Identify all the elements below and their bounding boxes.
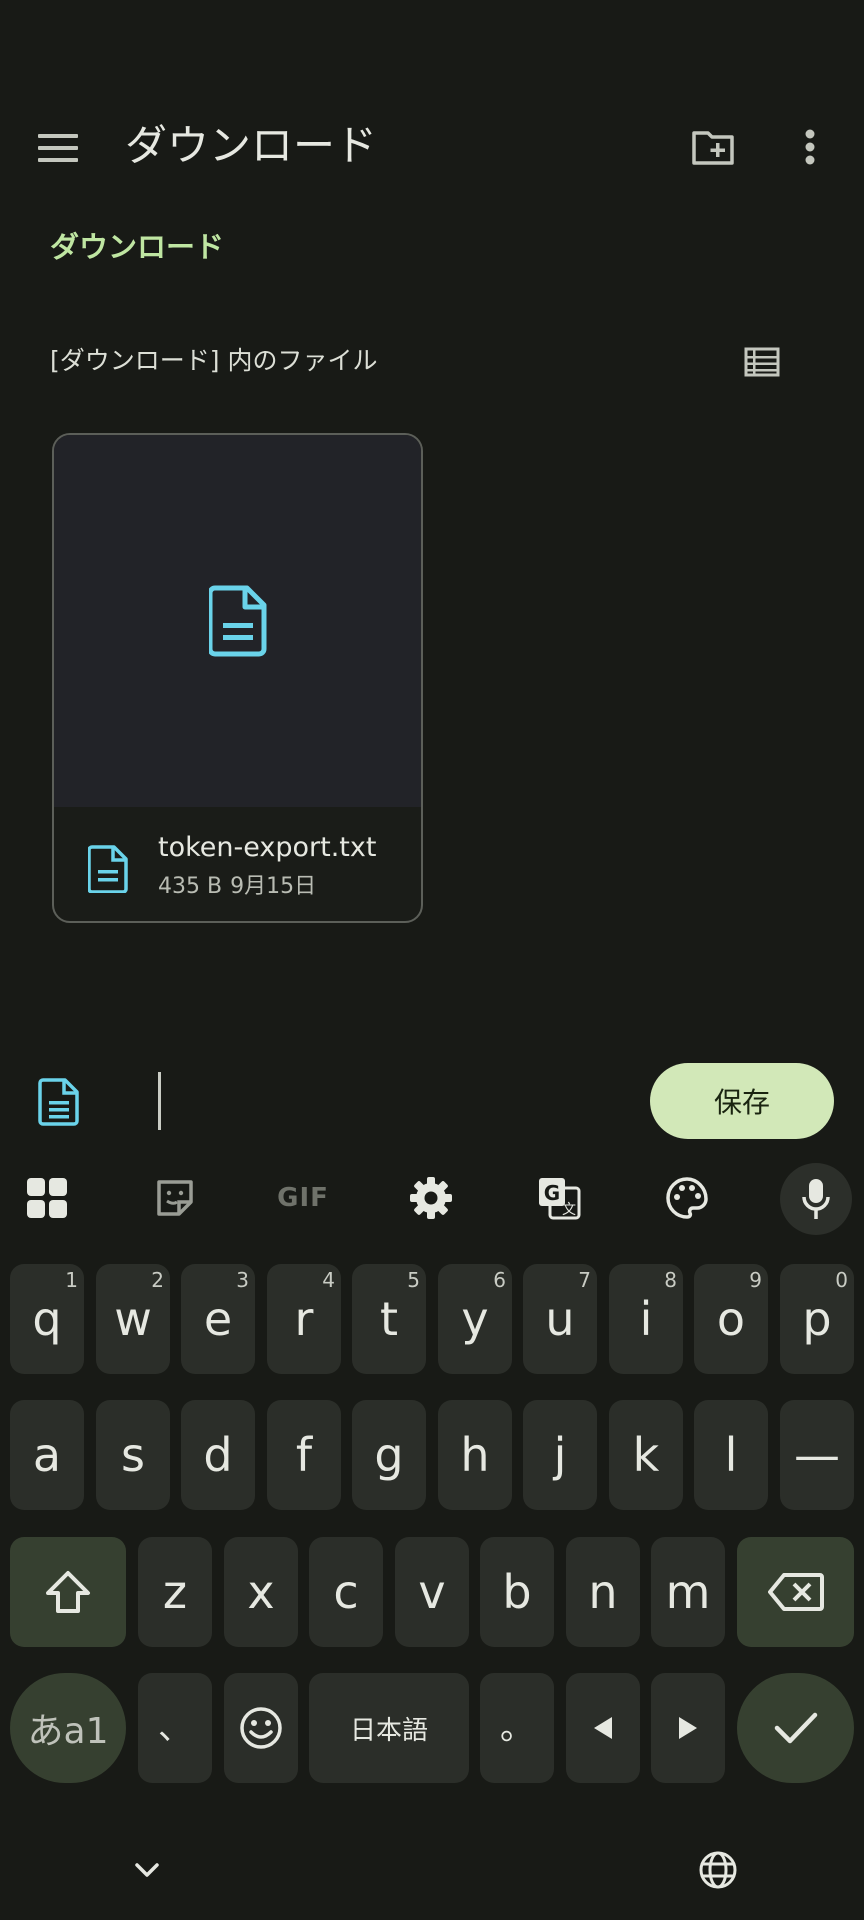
globe-icon	[699, 1851, 737, 1889]
backspace-key[interactable]	[737, 1537, 854, 1647]
new-folder-button[interactable]	[682, 117, 744, 177]
input-mode-label: あa1	[27, 1711, 109, 1752]
filename-field-icon	[38, 1077, 80, 1127]
key-comma[interactable]: 、	[138, 1673, 212, 1783]
document-icon	[38, 1078, 79, 1126]
key-t[interactable]: t5	[352, 1264, 426, 1374]
key-dash[interactable]: —	[780, 1400, 854, 1510]
key-k[interactable]: k	[609, 1400, 683, 1510]
sticker-icon	[157, 1180, 193, 1216]
arrow-right-icon	[679, 1717, 697, 1739]
file-type-icon	[88, 845, 128, 893]
key-b[interactable]: b	[480, 1537, 554, 1647]
key-s[interactable]: s	[96, 1400, 170, 1510]
sticker-button[interactable]	[145, 1168, 205, 1228]
settings-button[interactable]	[401, 1168, 461, 1228]
emoji-key[interactable]	[224, 1673, 298, 1783]
page-title: ダウンロード	[125, 121, 378, 170]
language-switch-button[interactable]	[694, 1846, 742, 1894]
key-a[interactable]: a	[10, 1400, 84, 1510]
key-z[interactable]: z	[138, 1537, 212, 1647]
space-key[interactable]: 日本語	[309, 1673, 469, 1783]
file-card[interactable]: token-export.txt 435 B 9月15日	[52, 433, 423, 923]
file-size: 435 B	[158, 874, 223, 899]
breadcrumb[interactable]: ダウンロード	[50, 226, 224, 268]
more-vert-icon	[805, 129, 815, 165]
shift-icon	[46, 1571, 90, 1613]
key-m[interactable]: m	[651, 1537, 725, 1647]
create-new-folder-icon	[692, 131, 734, 165]
key-v[interactable]: v	[395, 1537, 469, 1647]
svg-text:G: G	[544, 1181, 560, 1205]
translate-button[interactable]: G 文	[529, 1168, 589, 1228]
palette-icon	[666, 1177, 708, 1219]
voice-input-button[interactable]	[780, 1163, 852, 1235]
key-g[interactable]: g	[352, 1400, 426, 1510]
key-o[interactable]: o9	[694, 1264, 768, 1374]
input-mode-key[interactable]: あa1	[10, 1673, 126, 1783]
key-e[interactable]: e3	[181, 1264, 255, 1374]
file-name: token-export.txt	[158, 832, 377, 863]
svg-text:文: 文	[562, 1202, 576, 1218]
key-y[interactable]: y6	[438, 1264, 512, 1374]
key-n[interactable]: n	[566, 1537, 640, 1647]
key-f[interactable]: f	[267, 1400, 341, 1510]
arrow-left-icon	[594, 1717, 612, 1739]
key-p[interactable]: p0	[780, 1264, 854, 1374]
file-meta: 435 B 9月15日	[158, 871, 324, 903]
key-j[interactable]: j	[523, 1400, 597, 1510]
hide-keyboard-button[interactable]	[122, 1850, 172, 1890]
more-options-button[interactable]	[780, 117, 840, 177]
key-h[interactable]: h	[438, 1400, 512, 1510]
menu-button[interactable]	[28, 118, 88, 178]
hamburger-menu-icon	[38, 134, 78, 162]
apps-grid-button[interactable]	[17, 1168, 77, 1228]
key-c[interactable]: c	[309, 1537, 383, 1647]
gif-button[interactable]: GIF	[273, 1168, 333, 1228]
section-title: [ダウンロード] 内のファイル	[50, 346, 378, 375]
text-document-icon	[208, 585, 266, 657]
apps-grid-icon	[27, 1178, 67, 1218]
key-w[interactable]: w2	[96, 1264, 170, 1374]
key-i[interactable]: i8	[609, 1264, 683, 1374]
backspace-icon	[767, 1573, 824, 1611]
file-card-footer: token-export.txt 435 B 9月15日	[54, 807, 421, 921]
shift-key[interactable]	[10, 1537, 126, 1647]
translate-icon: G 文	[539, 1178, 581, 1220]
microphone-icon	[802, 1179, 830, 1219]
save-button[interactable]: 保存	[650, 1063, 834, 1139]
enter-key[interactable]	[737, 1673, 854, 1783]
filename-input-cursor[interactable]	[158, 1072, 161, 1130]
key-d[interactable]: d	[181, 1400, 255, 1510]
emoji-icon	[240, 1707, 282, 1749]
cursor-left-key[interactable]	[566, 1673, 640, 1783]
theme-button[interactable]	[657, 1168, 717, 1228]
key-x[interactable]: x	[224, 1537, 298, 1647]
view-toggle-button[interactable]	[736, 336, 788, 388]
checkmark-icon	[774, 1712, 817, 1744]
key-q[interactable]: q1	[10, 1264, 84, 1374]
key-r[interactable]: r4	[267, 1264, 341, 1374]
file-thumbnail	[54, 435, 421, 807]
cursor-right-key[interactable]	[651, 1673, 725, 1783]
key-l[interactable]: l	[694, 1400, 768, 1510]
key-period[interactable]: 。	[480, 1673, 554, 1783]
chevron-down-icon	[135, 1863, 159, 1877]
list-view-icon	[744, 347, 780, 377]
key-u[interactable]: u7	[523, 1264, 597, 1374]
settings-gear-icon	[410, 1177, 452, 1219]
file-date: 9月15日	[230, 874, 317, 899]
